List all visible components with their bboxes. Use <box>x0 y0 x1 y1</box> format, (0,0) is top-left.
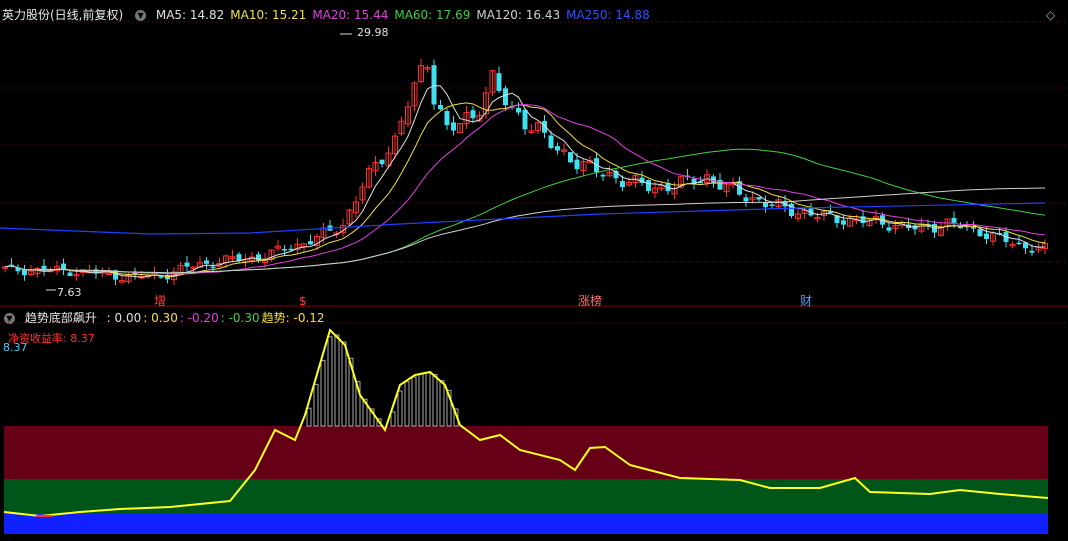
candle-body <box>555 146 560 151</box>
candle-body <box>522 109 528 130</box>
candle-body <box>204 260 209 264</box>
candle-body <box>574 159 580 170</box>
candle-body <box>841 220 846 225</box>
candle-body <box>984 233 989 239</box>
indicator-bar <box>425 372 431 427</box>
candle-body <box>438 104 443 110</box>
candle-body <box>308 241 313 245</box>
candle-body <box>496 73 502 91</box>
indicator-bar <box>439 380 445 427</box>
indicator-bar <box>432 374 438 427</box>
candle-body <box>646 180 651 191</box>
candle-body <box>971 227 976 229</box>
candle-body <box>951 217 957 223</box>
indicator-bar <box>327 336 333 427</box>
band-green <box>4 479 1048 514</box>
candle-body <box>769 204 775 206</box>
candle-body <box>1029 250 1035 253</box>
indicator-bar <box>390 411 396 427</box>
candle-body <box>756 197 762 200</box>
stock-chart[interactable]: 29.98 7.63 <box>0 0 1068 541</box>
candle-body <box>743 197 749 202</box>
candle-body <box>379 159 385 165</box>
candle-body <box>22 269 27 276</box>
candle-body <box>548 135 554 148</box>
high-label: 29.98 <box>357 26 389 39</box>
candle-body <box>210 266 216 269</box>
candle-body <box>568 152 573 163</box>
low-label: 7.63 <box>57 286 82 299</box>
event-tag[interactable]: 增 <box>152 294 168 308</box>
candle-body <box>470 110 476 119</box>
candle-body <box>67 272 73 277</box>
indicator-bar <box>404 381 410 427</box>
candle-body <box>158 276 164 278</box>
band-blue <box>4 514 1048 534</box>
indicator-bar <box>320 360 326 427</box>
indicator-bar <box>341 341 347 427</box>
candle-body <box>451 122 456 131</box>
ma-line <box>4 148 1046 274</box>
candle-body <box>431 65 437 105</box>
candle-body <box>600 174 606 177</box>
event-tag[interactable]: 财 <box>798 294 814 308</box>
indicator-bar <box>334 334 340 427</box>
candle-body <box>444 111 450 126</box>
candle-body <box>977 229 983 237</box>
candle-body <box>620 181 625 188</box>
candle-body <box>886 227 892 231</box>
candle-body <box>184 262 190 267</box>
indicator-bar <box>411 376 417 427</box>
indicator-bar <box>306 407 312 427</box>
event-tag[interactable]: $ <box>297 294 309 308</box>
candle-body <box>516 107 521 113</box>
candle-body <box>282 249 287 251</box>
indicator-bar <box>418 373 424 427</box>
indicator-bar <box>313 383 319 427</box>
indicator-bar <box>397 390 403 427</box>
candle-body <box>503 88 508 106</box>
candle-body <box>1016 242 1022 245</box>
event-tag[interactable]: 涨榜 <box>576 294 604 308</box>
